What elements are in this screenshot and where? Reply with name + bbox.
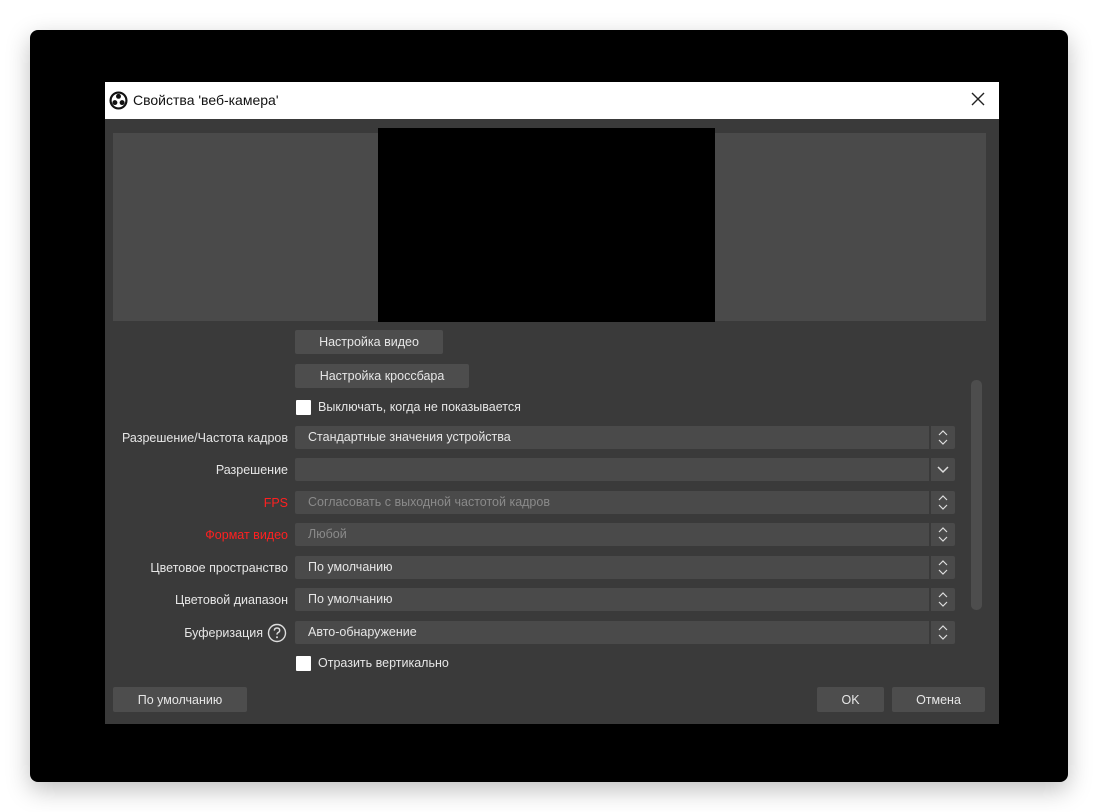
spin-arrows-icon[interactable]	[931, 491, 955, 514]
close-icon[interactable]	[965, 88, 991, 112]
buffering-select[interactable]: Авто-обнаружение	[295, 621, 929, 644]
flip-vertical-checkbox[interactable]	[296, 656, 311, 671]
dialog-title: Свойства 'веб-камера'	[133, 92, 279, 108]
cancel-button[interactable]: Отмена	[892, 687, 985, 712]
spin-arrows-icon[interactable]	[931, 426, 955, 449]
field-label-resolution-fps-type: Разрешение/Частота кадров	[122, 431, 288, 445]
chevron-down-icon[interactable]	[931, 458, 955, 481]
flip-vertical-label: Отразить вертикально	[318, 656, 449, 670]
field-label-color-range: Цветовой диапазон	[175, 593, 288, 607]
defaults-button[interactable]: По умолчанию	[113, 687, 247, 712]
video-settings-button[interactable]: Настройка видео	[295, 330, 443, 354]
spin-arrows-icon[interactable]	[931, 556, 955, 579]
field-label-video-format: Формат видео	[205, 528, 288, 542]
scrollbar-thumb[interactable]	[971, 380, 982, 610]
field-label-color-space: Цветовое пространство	[150, 561, 288, 575]
color-range-select[interactable]: По умолчанию	[295, 588, 929, 611]
deactivate-when-hidden-label: Выключать, когда не показывается	[318, 400, 521, 414]
camera-preview	[378, 128, 715, 322]
color-space-select[interactable]: По умолчанию	[295, 556, 929, 579]
spin-arrows-icon[interactable]	[931, 523, 955, 546]
obs-logo-icon	[109, 91, 128, 110]
field-label-fps: FPS	[263, 496, 288, 510]
deactivate-when-hidden-checkbox[interactable]	[296, 400, 311, 415]
crossbar-settings-button[interactable]: Настройка кроссбара	[295, 364, 469, 388]
question-circle-icon[interactable]	[267, 623, 287, 643]
video-format-select[interactable]: Любой	[295, 523, 929, 546]
field-label-resolution: Разрешение	[215, 463, 288, 477]
title-bar: Свойства 'веб-камера'	[105, 82, 999, 119]
properties-dialog: Свойства 'веб-камера' Настройка видео На…	[105, 82, 999, 724]
resolution-fps-type-select[interactable]: Стандартные значения устройства	[295, 426, 929, 449]
video-preview-area	[113, 128, 986, 322]
resolution-select[interactable]	[295, 458, 929, 481]
fps-select[interactable]: Согласовать с выходной частотой кадров	[295, 491, 929, 514]
field-label-buffering: Буферизация	[184, 626, 263, 640]
spin-arrows-icon[interactable]	[931, 588, 955, 611]
spin-arrows-icon[interactable]	[931, 621, 955, 644]
ok-button[interactable]: OK	[817, 687, 884, 712]
